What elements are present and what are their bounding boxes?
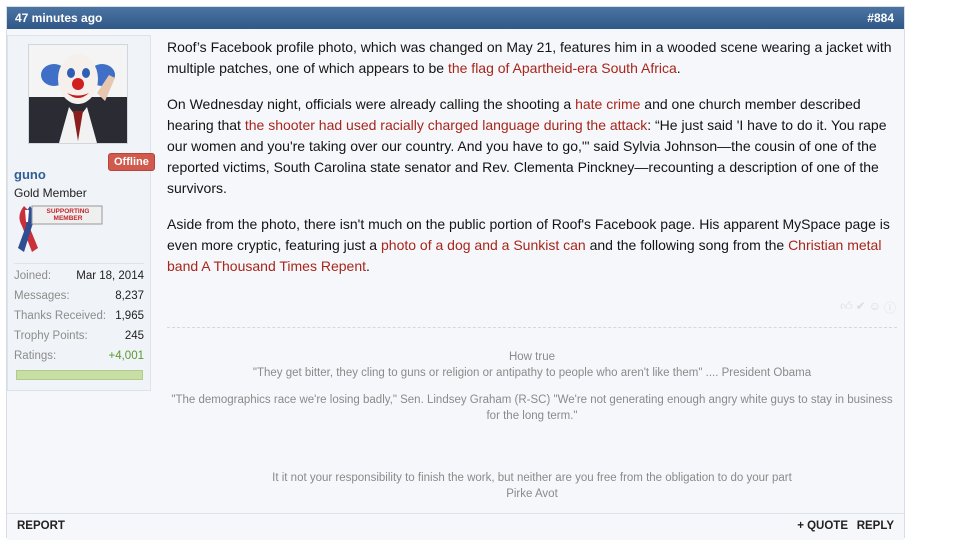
signature-divider	[167, 327, 897, 328]
stat-value: 1,965	[115, 310, 144, 322]
stat-value[interactable]: 245	[125, 330, 144, 342]
signature: How true "They get bitter, they cling to…	[167, 349, 897, 502]
post-number-link[interactable]: #884	[867, 11, 894, 25]
avatar[interactable]	[28, 44, 128, 144]
supporting-member-label: SUPPORTING MEMBER	[46, 208, 90, 222]
link-racially-charged-language[interactable]: the shooter had used racially charged la…	[245, 117, 647, 133]
user-info-panel: Offline guno Gold Member SUPPORTING MEMB…	[7, 35, 155, 391]
message-paragraph: Roof’s Facebook profile photo, which was…	[167, 37, 895, 79]
rating-bar	[16, 370, 143, 380]
smile-icon[interactable]: ☺	[869, 299, 881, 316]
link-dog-sunkist-photo[interactable]: photo of a dog and a Sunkist can	[381, 237, 586, 253]
message-text: .	[676, 60, 681, 76]
user-title: Gold Member	[14, 186, 87, 200]
stat-value: +4,001	[108, 350, 145, 362]
avatar-image	[29, 45, 127, 143]
link-apartheid-flag[interactable]: the flag of Apartheid-era South Africa	[448, 60, 677, 76]
reply-link[interactable]: REPLY	[857, 520, 894, 532]
offline-badge: Offline	[108, 153, 155, 171]
report-link[interactable]: REPORT	[17, 520, 65, 532]
signature-line: How true	[508, 351, 556, 363]
message-text: .	[366, 258, 370, 274]
message-body: Roof’s Facebook profile photo, which was…	[167, 37, 895, 292]
signature-line: "They get bitter, they cling to guns or …	[252, 367, 812, 379]
stat-messages[interactable]: Messages: 8,237	[14, 290, 144, 310]
stat-label: Thanks Received:	[14, 310, 107, 322]
username-link[interactable]: guno	[14, 167, 46, 182]
post-time: 47 minutes ago	[15, 11, 103, 25]
stat-label: Joined:	[14, 270, 52, 282]
stat-label: Trophy Points:	[14, 330, 88, 342]
stat-trophy-points[interactable]: Trophy Points: 245	[14, 330, 144, 350]
stat-ratings: Ratings: +4,001	[14, 350, 144, 370]
signature-line: Pirke Avot	[506, 488, 558, 500]
quote-link[interactable]: + QUOTE	[797, 520, 848, 532]
message-text: and the following song from the	[585, 237, 789, 253]
stat-value: Mar 18, 2014	[76, 270, 144, 282]
signature-line: "The demographics race we're losing badl…	[171, 394, 893, 422]
stat-label: Messages:	[14, 290, 70, 302]
post-header: 47 minutes ago #884	[7, 7, 904, 29]
supporting-member-badge: SUPPORTING MEMBER	[14, 202, 106, 261]
user-stats: Joined: Mar 18, 2014 Messages: 8,237 Tha…	[14, 263, 144, 370]
link-hate-crime[interactable]: hate crime	[575, 96, 640, 112]
message-paragraph: On Wednesday night, officials were alrea…	[167, 94, 895, 199]
info-icon[interactable]: ⓘ	[884, 299, 896, 316]
forum-post: 47 minutes ago #884 Offline guno Gold Me…	[6, 6, 905, 540]
stat-thanks: Thanks Received: 1,965	[14, 310, 144, 330]
check-icon[interactable]: ✔	[856, 299, 866, 316]
post-footer: REPORT + QUOTE REPLY	[7, 513, 904, 540]
message-paragraph: Aside from the photo, there isn't much o…	[167, 214, 895, 277]
stat-joined: Joined: Mar 18, 2014	[14, 270, 144, 290]
stat-value[interactable]: 8,237	[115, 290, 144, 302]
signature-line: It it not your responsibility to finish …	[272, 472, 792, 484]
thumbs-up-icon[interactable]: 👍︎	[840, 299, 853, 316]
reaction-icons: 👍︎ ✔ ☺ ⓘ	[840, 299, 896, 316]
rating-bar-fill	[17, 371, 142, 379]
stat-label: Ratings:	[14, 350, 57, 362]
message-text: On Wednesday night, officials were alrea…	[167, 96, 576, 112]
